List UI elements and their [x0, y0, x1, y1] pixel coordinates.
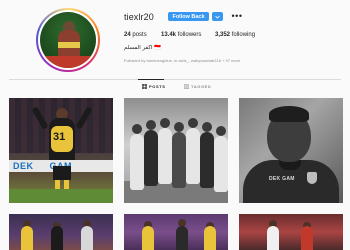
followers-count: 13.4k: [161, 32, 177, 38]
photo-figure: [130, 134, 144, 190]
stat-posts: 24 posts: [124, 32, 147, 38]
stat-following[interactable]: 3,352 following: [215, 32, 255, 38]
photo-figure: [301, 226, 313, 250]
photo-grass: [9, 189, 113, 203]
post-thumbnail[interactable]: [124, 98, 228, 203]
photo-head: [132, 124, 142, 134]
photo-figure: [158, 128, 172, 184]
photo-figure: [176, 226, 188, 250]
followers-label: followers: [177, 32, 202, 38]
tab-tagged[interactable]: TAGGED: [184, 84, 211, 89]
followed-by-text[interactable]: Followed by bandoengblue, m.alvis_, wahy…: [124, 58, 240, 63]
avatar-frame: [38, 10, 98, 70]
more-options-button[interactable]: •••: [230, 11, 244, 21]
photo-head: [174, 122, 184, 132]
photo-hair: [269, 106, 309, 122]
tab-posts[interactable]: POSTS: [142, 84, 166, 89]
photo-figure: [186, 128, 200, 184]
profile-bio: اكفر المسلم 🇮🇩: [124, 45, 162, 51]
profile-username: tiexlr20: [124, 12, 154, 22]
sponsor-text: DEK: [13, 161, 34, 171]
grid-icon: [142, 84, 147, 89]
post-thumbnail[interactable]: [9, 214, 113, 250]
tab-tagged-label: TAGGED: [191, 84, 212, 89]
avatar-image: [40, 12, 96, 68]
tab-posts-label: POSTS: [149, 84, 166, 89]
following-count: 3,352: [215, 32, 231, 38]
photo-figure: [204, 226, 216, 250]
photo-figure: [21, 226, 33, 250]
photo-figure: [51, 226, 63, 250]
photo-shorts: [53, 166, 71, 180]
following-label: following: [231, 32, 256, 38]
chevron-down-icon: [215, 15, 220, 19]
suggested-dropdown-button[interactable]: [212, 12, 223, 21]
posts-label: posts: [132, 32, 147, 38]
photo-figure: [144, 130, 158, 186]
photo-figure: [81, 226, 93, 250]
shirt-crest: [307, 172, 317, 184]
photo-head: [202, 122, 212, 132]
profile-page: tiexlr20 Follow Back ••• 24 posts 13.4k …: [0, 0, 350, 250]
avatar-stripe: [58, 42, 80, 48]
photo-head: [188, 118, 198, 128]
more-icon: •••: [231, 11, 243, 21]
posts-count: 24: [124, 32, 131, 38]
post-thumbnail[interactable]: DEK GAM: [239, 98, 343, 203]
active-tab-indicator: [138, 79, 164, 80]
jersey-number: 31: [53, 131, 66, 143]
tabs-divider: [9, 79, 341, 80]
photo-figure: [200, 132, 214, 188]
post-thumbnail[interactable]: [124, 214, 228, 250]
stat-followers[interactable]: 13.4k followers: [161, 32, 201, 38]
post-thumbnail[interactable]: [239, 214, 343, 250]
photo-head: [160, 118, 170, 128]
photo-figure: [214, 136, 228, 192]
follow-back-button[interactable]: Follow Back: [168, 12, 209, 21]
photo-figure: [267, 226, 279, 250]
tag-icon: [184, 84, 189, 89]
avatar[interactable]: [36, 8, 100, 72]
photo-head: [216, 126, 226, 136]
post-thumbnail[interactable]: 31 DEK GAM: [9, 98, 113, 203]
photo-figure: [172, 132, 186, 188]
shirt-sponsor: DEK GAM: [269, 176, 295, 182]
photo-head: [146, 120, 156, 130]
avatar-ground: [40, 56, 96, 68]
photo-figure: [142, 226, 154, 250]
